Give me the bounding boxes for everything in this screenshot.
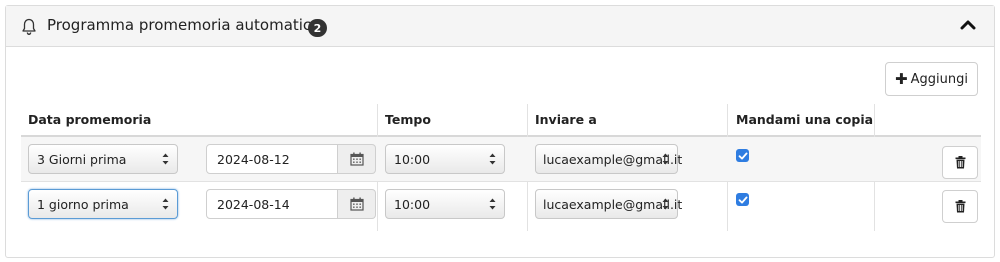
recipient-select[interactable]: lucaexample@gmail.it [535,144,682,174]
select-value: 10:00 [394,196,431,212]
time-select[interactable]: 10:00 [385,144,505,174]
delete-row-button[interactable] [942,190,978,223]
add-reminder-button[interactable]: ✚ Aggiungi [885,62,978,96]
time-select[interactable]: 10:00 [385,189,505,219]
select-arrows-icon [489,153,496,165]
table-row: 1 giorno prima 2024-08-14 10:00 lucaexam… [21,182,981,227]
date-value: 2024-08-14 [217,196,290,212]
bell-icon [22,18,36,35]
select-value: 3 Giorni prima [37,151,127,167]
check-icon [738,196,747,203]
date-field[interactable]: 2024-08-12 [206,144,338,174]
table-header: Data promemoria Tempo Inviare a Mandami … [21,104,981,137]
calendar-button[interactable] [338,189,376,219]
column-header-time: Tempo [385,112,431,127]
check-icon [738,152,747,159]
trash-icon [955,200,965,213]
date-value: 2024-08-12 [217,151,290,167]
plus-icon: ✚ [895,70,908,88]
delete-row-button[interactable] [942,146,978,179]
select-arrows-icon [662,198,669,210]
date-field[interactable]: 2024-08-14 [206,189,338,219]
calendar-icon [349,197,364,211]
recipient-select[interactable]: lucaexample@gmail.it [535,189,682,219]
select-value: 1 giorno prima [37,196,129,212]
reminder-offset-select[interactable]: 1 giorno prima [28,189,178,219]
table-row: 3 Giorni prima 2024-08-12 10:00 lucaexam… [21,137,981,182]
send-copy-checkbox[interactable] [736,193,749,206]
add-button-label: Aggiungi [910,71,968,87]
select-arrows-icon [162,198,169,210]
count-badge: 2 [308,19,327,37]
select-arrows-icon [489,198,496,210]
reminder-panel: Programma promemoria automatico 2 ✚ Aggi… [5,5,995,258]
reminder-offset-select[interactable]: 3 Giorni prima [28,144,178,174]
chevron-up-icon[interactable] [960,18,976,32]
column-header-reminder-date: Data promemoria [28,112,152,127]
panel-header[interactable]: Programma promemoria automatico 2 [6,6,994,47]
panel-title: Programma promemoria automatico [47,16,321,34]
select-arrows-icon [662,153,669,165]
trash-icon [955,156,965,169]
select-arrows-icon [162,153,169,165]
column-header-send-to: Inviare a [535,112,597,127]
column-header-send-copy: Mandami una copia [736,112,874,127]
send-copy-checkbox[interactable] [736,149,749,162]
calendar-button[interactable] [338,144,376,174]
calendar-icon [349,152,364,166]
select-value: 10:00 [394,151,431,167]
